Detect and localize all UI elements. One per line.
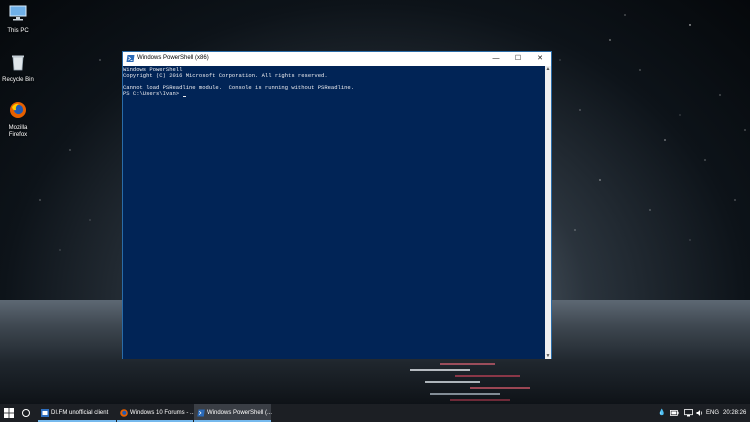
input-language[interactable]: ENG xyxy=(706,404,719,422)
firefox-icon xyxy=(120,409,128,417)
firefox-icon xyxy=(10,102,26,118)
battery-icon[interactable] xyxy=(670,410,679,416)
taskbar: DI.FM unofficial client Windows 10 Forum… xyxy=(0,404,750,422)
desktop-icon-this-pc[interactable]: This PC xyxy=(1,4,35,35)
text-cursor xyxy=(183,96,187,97)
title-bar[interactable]: Windows PowerShell (x86) — ☐ ✕ xyxy=(123,52,551,66)
console-prompt: PS C:\Users\Ivan> xyxy=(123,90,183,97)
network-icon[interactable] xyxy=(684,409,693,417)
onedrive-drop-icon[interactable]: 💧 xyxy=(658,404,665,422)
close-button[interactable]: ✕ xyxy=(529,52,551,66)
recycle-bin-icon xyxy=(12,55,24,71)
start-button-windows-icon[interactable] xyxy=(4,408,14,418)
window-title: Windows PowerShell (x86) xyxy=(137,55,209,61)
scroll-up-arrow-icon[interactable]: ▲ xyxy=(545,66,551,72)
vertical-scrollbar[interactable]: ▲ ▼ xyxy=(545,66,551,359)
this-pc-icon xyxy=(9,5,27,21)
volume-icon[interactable] xyxy=(696,409,704,417)
difm-icon xyxy=(41,409,49,417)
light-reflection xyxy=(410,357,530,401)
cortana-search-icon[interactable] xyxy=(22,409,30,417)
powershell-window[interactable]: Windows PowerShell (x86) — ☐ ✕ Windows P… xyxy=(122,51,552,359)
console-output: Windows PowerShell Copyright (C) 2016 Mic… xyxy=(123,66,545,97)
clock[interactable]: 20:28:26 xyxy=(723,404,746,422)
desktop-icon-label: This PC xyxy=(7,28,29,34)
console-prompt-line[interactable]: PS C:\Users\Ivan> xyxy=(123,91,545,97)
taskbar-item-firefox[interactable]: Windows 10 Forums - ... xyxy=(117,404,195,422)
maximize-button[interactable]: ☐ xyxy=(507,52,529,66)
desktop-icon-firefox[interactable]: Mozilla Firefox xyxy=(1,101,35,139)
scroll-down-arrow-icon[interactable]: ▼ xyxy=(545,353,551,359)
taskbar-item-difm[interactable]: DI.FM unofficial client xyxy=(38,404,116,422)
console-area[interactable]: Windows PowerShell Copyright (C) 2016 Mic… xyxy=(123,66,545,359)
desktop-icon-label: Recycle Bin xyxy=(2,77,34,83)
minimize-button[interactable]: — xyxy=(485,52,507,66)
taskbar-item-powershell[interactable]: Windows PowerShell (... xyxy=(194,404,272,422)
powershell-icon xyxy=(126,55,135,62)
desktop-icon-label: Mozilla Firefox xyxy=(8,125,28,138)
powershell-icon xyxy=(197,409,205,417)
desktop-icon-recycle-bin[interactable]: Recycle Bin xyxy=(1,53,35,84)
